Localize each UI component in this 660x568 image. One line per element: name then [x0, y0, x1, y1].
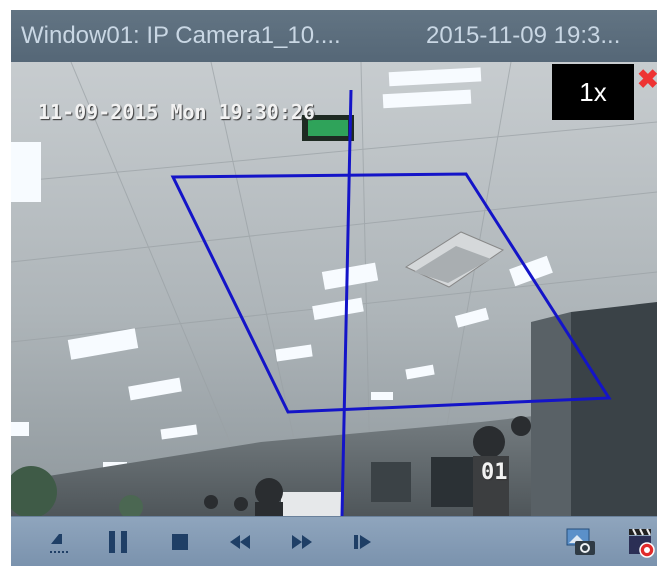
stop-icon	[172, 534, 188, 550]
fast-forward-button[interactable]	[283, 524, 319, 560]
rewind-icon	[230, 535, 250, 549]
close-icon[interactable]: ✖	[637, 64, 657, 94]
playback-toolbar	[11, 516, 657, 566]
window-title: Window01: IP Camera1_10....	[21, 22, 341, 49]
snapshot-icon	[566, 528, 595, 555]
playback-window: Window01: IP Camera1_10.... 2015-11-09 1…	[11, 10, 657, 566]
osd-datetime: 11-09-2015 Mon 19:30:26	[38, 100, 315, 124]
window-timestamp: 2015-11-09 19:3...	[426, 22, 621, 49]
pause-button[interactable]	[100, 524, 136, 560]
single-frame-button[interactable]	[344, 524, 380, 560]
video-viewport[interactable]: 11-09-2015 Mon 19:30:26 01 1x ✖	[11, 62, 657, 516]
stop-button[interactable]	[162, 524, 198, 560]
clip-record-button[interactable]	[623, 524, 657, 560]
camera-label: 01	[481, 460, 508, 485]
camera-scene	[11, 62, 657, 516]
snapshot-button[interactable]	[563, 524, 599, 560]
single-frame-icon	[354, 535, 371, 549]
playback-speed-indicator: 1x	[552, 64, 634, 120]
window-title-bar: Window01: IP Camera1_10.... 2015-11-09 1…	[11, 10, 657, 62]
step-back-button[interactable]	[41, 524, 77, 560]
fast-forward-icon	[292, 535, 312, 549]
step-back-icon	[50, 534, 68, 553]
clip-record-icon	[629, 528, 655, 558]
pause-icon	[109, 531, 127, 553]
rewind-button[interactable]	[223, 524, 259, 560]
